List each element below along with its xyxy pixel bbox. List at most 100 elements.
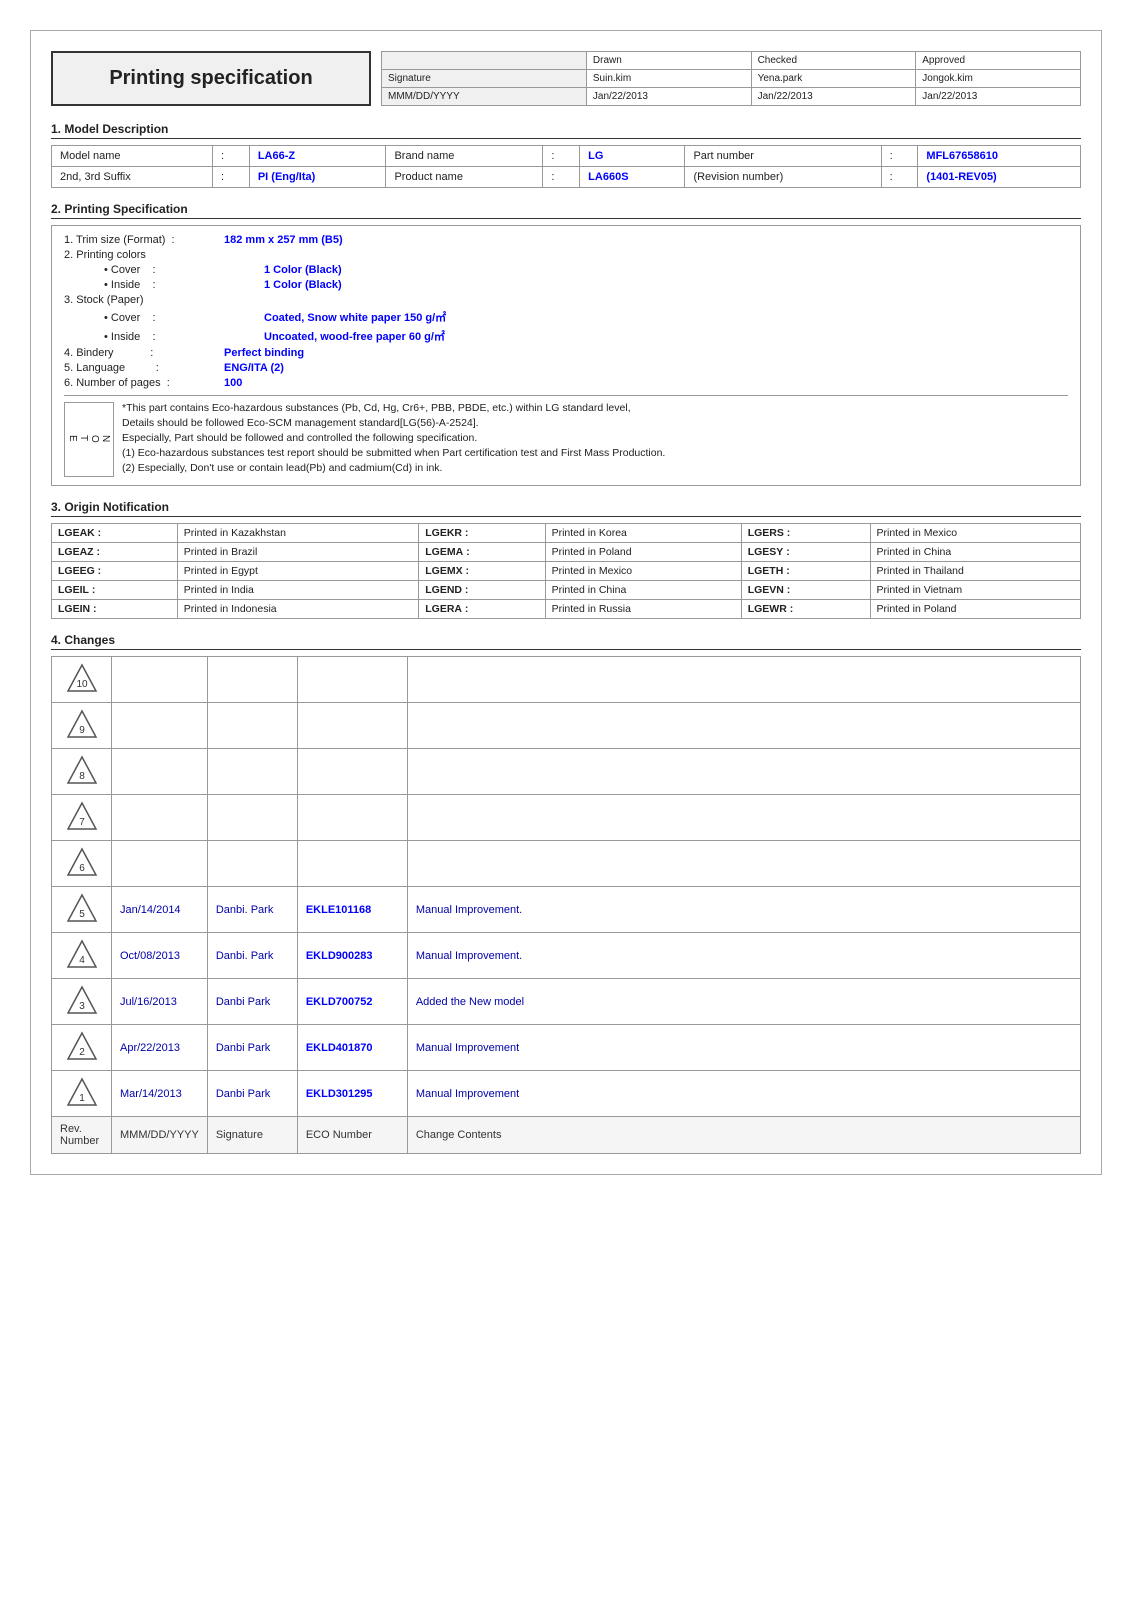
eco-1: EKLD301295 bbox=[297, 1071, 407, 1117]
change-9 bbox=[407, 703, 1080, 749]
colors-label: 2. Printing colors bbox=[64, 249, 224, 261]
rev-10: 10 bbox=[52, 657, 112, 703]
rev-5: 5 bbox=[52, 887, 112, 933]
change-row-8: 8 bbox=[52, 749, 1081, 795]
change-row-1: 1 Mar/14/2013 Danbi Park EKLD301295 Manu… bbox=[52, 1071, 1081, 1117]
colon1: : bbox=[213, 146, 250, 167]
document-title: Printing specification bbox=[109, 67, 312, 90]
note-section: N O T E *This part contains Eco-hazardou… bbox=[64, 395, 1068, 477]
change-3: Added the New model bbox=[407, 979, 1080, 1025]
lgeth-code: LGETH : bbox=[741, 562, 870, 581]
spec-pages: 6. Number of pages : 100 bbox=[64, 377, 1068, 389]
approval-drawn-label: Drawn bbox=[586, 52, 751, 70]
spec-cover-paper: • Cover : Coated, Snow white paper 150 g… bbox=[104, 309, 1068, 325]
lgewr-code: LGEWR : bbox=[741, 600, 870, 619]
spec-inside-paper: • Inside : Uncoated, wood-free paper 60 … bbox=[104, 328, 1068, 344]
change-5: Manual Improvement. bbox=[407, 887, 1080, 933]
language-label: 5. Language : bbox=[64, 362, 224, 374]
eco-8 bbox=[297, 749, 407, 795]
date-8 bbox=[112, 749, 208, 795]
lgend-code: LGEND : bbox=[419, 581, 545, 600]
note-line-5: (2) Especially, Don't use or contain lea… bbox=[122, 462, 1068, 474]
cover-paper-label: • Cover : bbox=[104, 312, 264, 324]
sig-6 bbox=[207, 841, 297, 887]
approved-date: Jan/22/2013 bbox=[916, 88, 1081, 106]
lgera-text: Printed in Russia bbox=[545, 600, 741, 619]
colon5: : bbox=[543, 167, 580, 188]
svg-text:2: 2 bbox=[79, 1047, 85, 1058]
spec-box: 1. Trim size (Format) : 182 mm x 257 mm … bbox=[51, 225, 1081, 486]
lgend-text: Printed in China bbox=[545, 581, 741, 600]
origin-row-3: LGEEG : Printed in Egypt LGEMX : Printed… bbox=[52, 562, 1081, 581]
rev-9: 9 bbox=[52, 703, 112, 749]
lgevn-code: LGEVN : bbox=[741, 581, 870, 600]
section3-title: 3. Origin Notification bbox=[51, 500, 1081, 517]
colon3: : bbox=[881, 146, 918, 167]
note-line-1: *This part contains Eco-hazardous substa… bbox=[122, 402, 1068, 414]
signature-label: Signature bbox=[382, 70, 587, 88]
sig-1: Danbi Park bbox=[207, 1071, 297, 1117]
rev-triangle-icon-7: 7 bbox=[66, 801, 98, 831]
change-row-9: 9 bbox=[52, 703, 1081, 749]
checked-date: Jan/22/2013 bbox=[751, 88, 916, 106]
svg-text:1: 1 bbox=[79, 1093, 85, 1104]
note-o: O bbox=[89, 435, 100, 445]
cover-label: • Cover : bbox=[104, 264, 264, 276]
change-row-6: 6 bbox=[52, 841, 1081, 887]
eco-7 bbox=[297, 795, 407, 841]
inside-color-label: • Inside : bbox=[104, 279, 264, 291]
inside-color-value: 1 Color (Black) bbox=[264, 279, 342, 291]
change-header: Change Contents bbox=[407, 1117, 1080, 1154]
rev-7: 7 bbox=[52, 795, 112, 841]
sig-5: Danbi. Park bbox=[207, 887, 297, 933]
section4-title: 4. Changes bbox=[51, 633, 1081, 650]
title-box: Printing specification bbox=[51, 51, 371, 106]
rev-8: 8 bbox=[52, 749, 112, 795]
svg-text:4: 4 bbox=[79, 955, 85, 966]
lgesy-code: LGESY : bbox=[741, 543, 870, 562]
change-10 bbox=[407, 657, 1080, 703]
sig-header: Signature bbox=[207, 1117, 297, 1154]
lgera-code: LGERA : bbox=[419, 600, 545, 619]
rev-header: Rev. Number bbox=[52, 1117, 112, 1154]
lgema-text: Printed in Poland bbox=[545, 543, 741, 562]
section1-title: 1. Model Description bbox=[51, 122, 1081, 139]
eco-10 bbox=[297, 657, 407, 703]
colon4: : bbox=[213, 167, 250, 188]
sig-8 bbox=[207, 749, 297, 795]
date-1: Mar/14/2013 bbox=[112, 1071, 208, 1117]
origin-table: LGEAK : Printed in Kazakhstan LGEKR : Pr… bbox=[51, 523, 1081, 619]
date-4: Oct/08/2013 bbox=[112, 933, 208, 979]
origin-row-2: LGEAZ : Printed in Brazil LGEMA : Printe… bbox=[52, 543, 1081, 562]
colon6: : bbox=[881, 167, 918, 188]
svg-text:9: 9 bbox=[79, 725, 85, 736]
change-8 bbox=[407, 749, 1080, 795]
model-description-table: Model name : LA66-Z Brand name : LG Part… bbox=[51, 145, 1081, 188]
suffix-label: 2nd, 3rd Suffix bbox=[52, 167, 213, 188]
change-row-2: 2 Apr/22/2013 Danbi Park EKLD401870 Manu… bbox=[52, 1025, 1081, 1071]
date-label: MMM/DD/YYYY bbox=[382, 88, 587, 106]
rev-triangle-icon-5: 5 bbox=[66, 893, 98, 923]
spec-bindery: 4. Bindery : Perfect binding bbox=[64, 347, 1068, 359]
approval-approved-label: Approved bbox=[916, 52, 1081, 70]
drawn-date: Jan/22/2013 bbox=[586, 88, 751, 106]
note-sidebar: N O T E bbox=[64, 402, 114, 477]
eco-6 bbox=[297, 841, 407, 887]
rev-1: 1 bbox=[52, 1071, 112, 1117]
main-page: Printing specification Drawn Checked App… bbox=[30, 30, 1102, 1175]
changes-table: 10 9 bbox=[51, 656, 1081, 1154]
date-2: Apr/22/2013 bbox=[112, 1025, 208, 1071]
lgeth-text: Printed in Thailand bbox=[870, 562, 1081, 581]
bindery-value: Perfect binding bbox=[224, 347, 304, 359]
trim-value: 182 mm x 257 mm (B5) bbox=[224, 234, 343, 246]
rev-4: 4 bbox=[52, 933, 112, 979]
brand-name-value: LG bbox=[580, 146, 685, 167]
date-5: Jan/14/2014 bbox=[112, 887, 208, 933]
note-line-3: Especially, Part should be followed and … bbox=[122, 432, 1068, 444]
origin-row-5: LGEIN : Printed in Indonesia LGERA : Pri… bbox=[52, 600, 1081, 619]
sig-2: Danbi Park bbox=[207, 1025, 297, 1071]
rev-triangle-icon-3: 3 bbox=[66, 985, 98, 1015]
note-n: N bbox=[100, 435, 111, 444]
revision-label: (Revision number) bbox=[685, 167, 881, 188]
eco-9 bbox=[297, 703, 407, 749]
